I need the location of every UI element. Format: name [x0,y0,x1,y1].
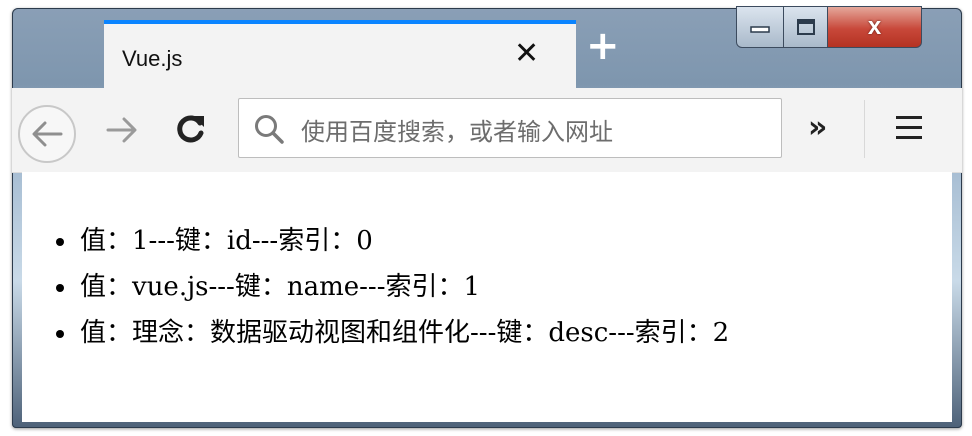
maximize-icon [796,19,815,35]
list-item: 值：vue.js---键：name---索引：1 [54,264,729,310]
bullet-icon [56,238,64,246]
search-input[interactable]: 使用百度搜索，或者输入网址 [238,98,782,158]
maximize-button[interactable] [784,6,828,48]
list-item-text: 值：理念：数据驱动视图和组件化---键：desc---索引：2 [80,318,730,348]
minimize-button[interactable] [736,6,784,48]
minimize-icon [750,26,770,33]
hamburger-menu-icon[interactable] [896,116,922,146]
page-content: 值：1---键：id---索引：0 值：vue.js---键：name---索引… [22,172,952,422]
nav-toolbar: 使用百度搜索，或者输入网址 » [12,88,962,173]
tab-title: Vue.js [122,46,183,71]
arrow-left-icon [32,121,63,147]
tab-vuejs[interactable]: Vue.js ✕ [104,20,576,88]
list-item: 值：理念：数据驱动视图和组件化---键：desc---索引：2 [54,310,729,356]
search-icon [255,115,284,144]
arrow-right-icon [106,117,137,143]
search-placeholder: 使用百度搜索，或者输入网址 [301,118,613,146]
close-icon: x [867,13,882,40]
overflow-menu-button[interactable]: » [808,110,827,146]
browser-window: Vue.js ✕ + x 使用百度搜索，或者输入网址 » 值：1---键：id-… [12,6,962,428]
bullet-icon [56,284,64,292]
reload-icon [177,115,204,143]
back-button[interactable] [18,105,76,163]
toolbar-divider [864,100,865,158]
window-controls: x [736,6,922,48]
forward-button[interactable] [106,116,138,148]
close-window-button[interactable]: x [828,6,922,48]
list-item-text: 值：1---键：id---索引：0 [80,226,373,256]
new-tab-button[interactable]: + [586,26,620,66]
tab-close-icon[interactable]: ✕ [514,38,539,70]
bullet-icon [56,330,64,338]
reload-button[interactable] [174,112,208,150]
item-list: 值：1---键：id---索引：0 值：vue.js---键：name---索引… [54,218,729,356]
list-item: 值：1---键：id---索引：0 [54,218,729,264]
list-item-text: 值：vue.js---键：name---索引：1 [80,272,481,302]
